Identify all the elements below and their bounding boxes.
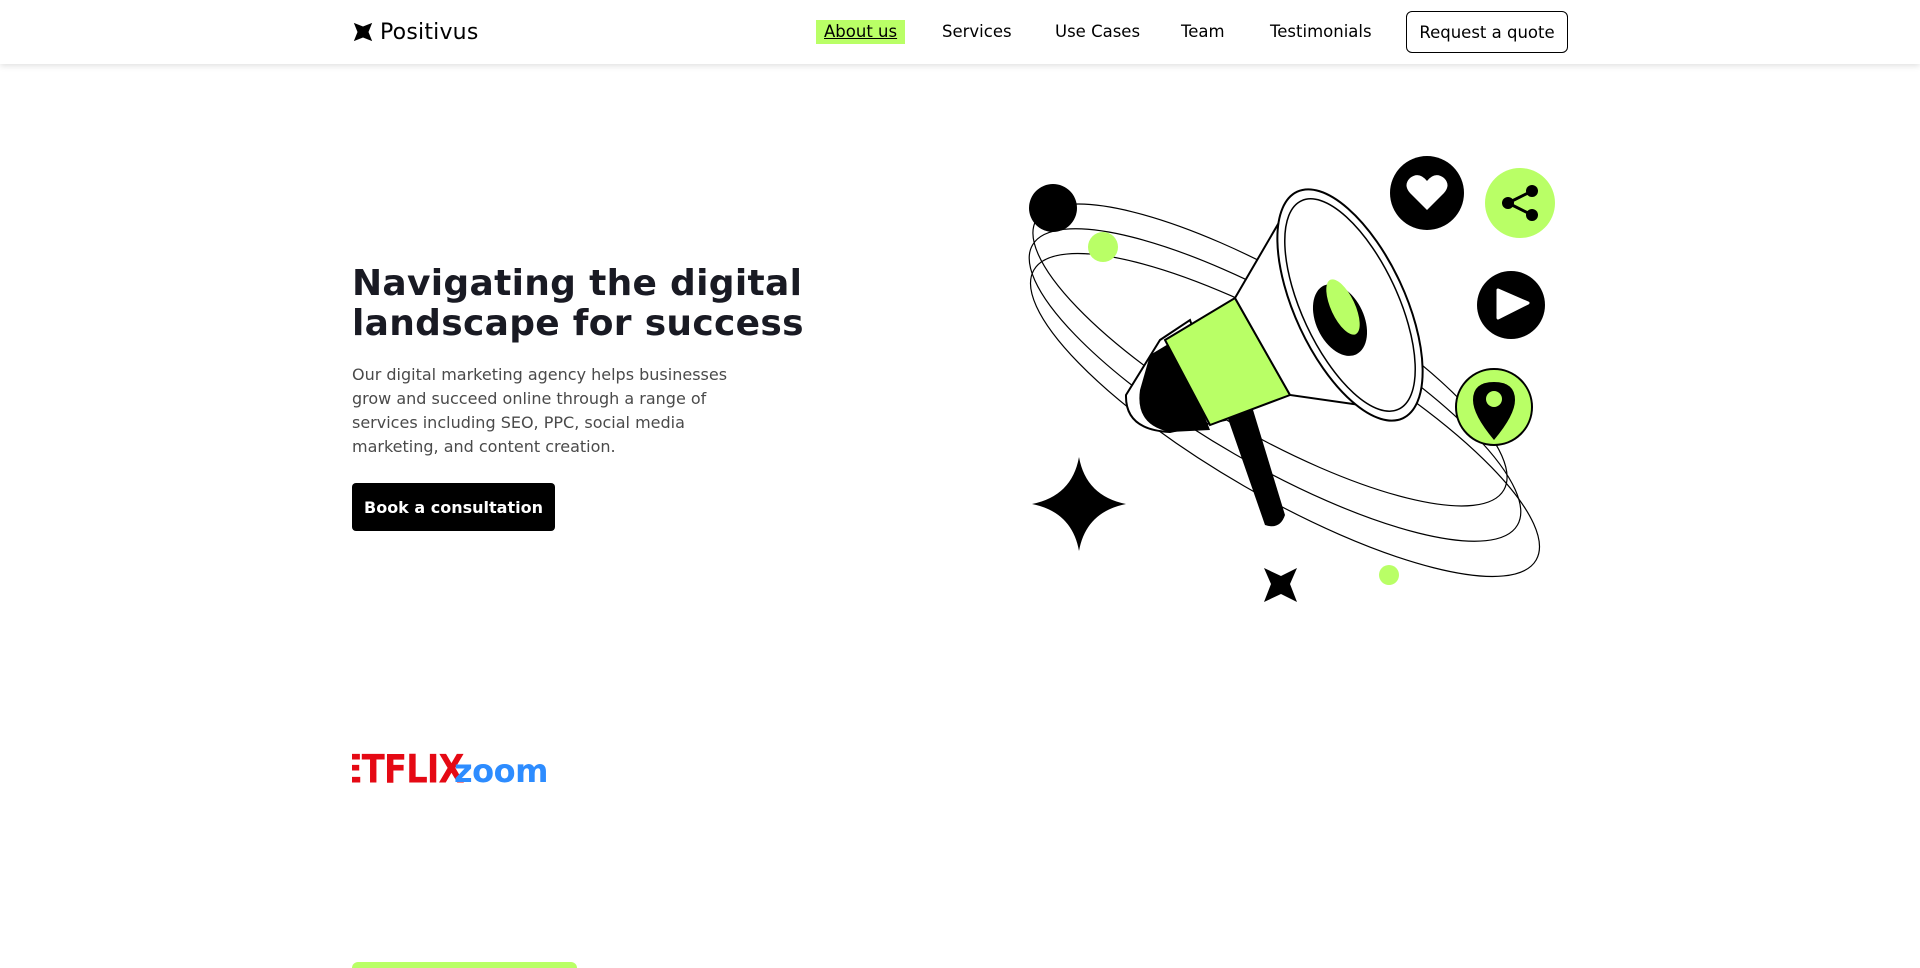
request-quote-button[interactable]: Request a quote [1406, 11, 1568, 53]
hero-title: Navigating the digital landscape for suc… [352, 264, 812, 344]
location-pin-icon [1455, 368, 1533, 446]
sparkle-star-icon [1032, 457, 1126, 551]
heart-icon [1390, 156, 1464, 230]
zoom-logo: zoom [454, 752, 548, 790]
hero-illustration [1028, 156, 1555, 602]
client-logos: NETFLIX zoom [352, 740, 572, 800]
book-consultation-button[interactable]: Book a consultation [352, 483, 555, 531]
nav-testimonials[interactable]: Testimonials [1270, 20, 1372, 44]
green-dot-2 [1379, 565, 1399, 585]
nav-about-us[interactable]: About us [816, 20, 906, 44]
play-icon [1477, 271, 1545, 339]
megaphone-icon [1124, 188, 1424, 527]
green-dot-1 [1088, 232, 1118, 262]
positivus-logo-icon [353, 22, 373, 42]
netflix-logo: NETFLIX [352, 747, 465, 793]
site-header: Positivus About us Services Use Cases Te… [0, 0, 1920, 64]
brand-name: Positivus [380, 19, 479, 45]
share-icon [1485, 168, 1555, 238]
brand-logo[interactable]: Positivus [352, 17, 478, 47]
hero-title-line-2: landscape for success [352, 303, 804, 344]
small-star-icon [1264, 568, 1297, 602]
nav-services[interactable]: Services [942, 20, 1012, 44]
nav-use-cases[interactable]: Use Cases [1055, 20, 1140, 44]
section-heading-highlight [352, 962, 577, 968]
nav-team[interactable]: Team [1181, 20, 1225, 44]
hero-description: Our digital marketing agency helps busin… [352, 365, 728, 456]
black-dot [1029, 184, 1077, 232]
hero-title-line-1: Navigating the digital [352, 263, 803, 304]
